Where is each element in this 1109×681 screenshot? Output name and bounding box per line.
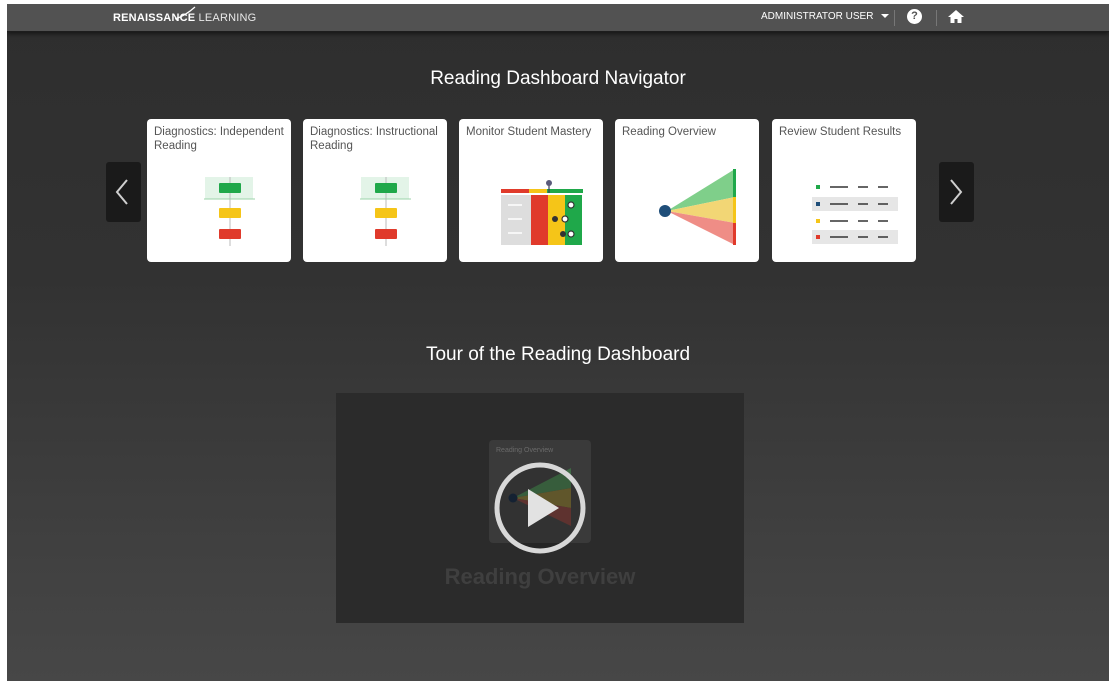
video-caption: Reading Overview <box>444 564 636 589</box>
help-icon[interactable]: ? <box>907 9 922 24</box>
results-list-icon <box>812 185 898 244</box>
divider <box>894 10 895 26</box>
home-icon[interactable] <box>947 9 965 24</box>
chevron-left-icon <box>115 179 128 205</box>
card-monitor-mastery[interactable]: Monitor Student Mastery <box>459 119 603 262</box>
app-window: RENAISSANCE LEARNING ADMINISTRATOR USER … <box>7 4 1109 681</box>
mastery-grid-icon <box>501 180 583 245</box>
diagnostics-bars-icon <box>204 177 255 246</box>
play-icon[interactable] <box>493 461 587 555</box>
user-name: ADMINISTRATOR USER <box>761 11 874 22</box>
tour-title: Tour of the Reading Dashboard <box>425 344 691 365</box>
renaissance-logo[interactable]: RENAISSANCE LEARNING <box>113 6 257 24</box>
diagnostics-bars-icon <box>360 177 411 246</box>
card-diagnostics-instructional[interactable]: Diagnostics: Instructional Reading <box>303 119 447 262</box>
card-review-results[interactable]: Review Student Results <box>772 119 916 262</box>
carousel-next-button[interactable] <box>939 162 974 222</box>
chevron-right-icon <box>950 179 963 205</box>
overview-fan-icon <box>659 169 736 245</box>
card-diagnostics-independent[interactable]: Diagnostics: Independent Reading <box>147 119 291 262</box>
carousel-prev-button[interactable] <box>106 162 141 222</box>
user-menu[interactable]: ADMINISTRATOR USER <box>761 11 890 22</box>
logo-swoosh-icon <box>174 6 196 20</box>
logo-brand2: LEARNING <box>198 12 257 24</box>
top-bar: RENAISSANCE LEARNING ADMINISTRATOR USER … <box>7 4 1109 32</box>
chevron-down-icon <box>881 14 890 19</box>
tour-video-player[interactable]: Reading Overview Reading Overview <box>336 393 744 623</box>
navigator-title: Reading Dashboard Navigator <box>430 68 686 89</box>
card-reading-overview[interactable]: Reading Overview <box>615 119 759 262</box>
divider <box>936 10 937 26</box>
